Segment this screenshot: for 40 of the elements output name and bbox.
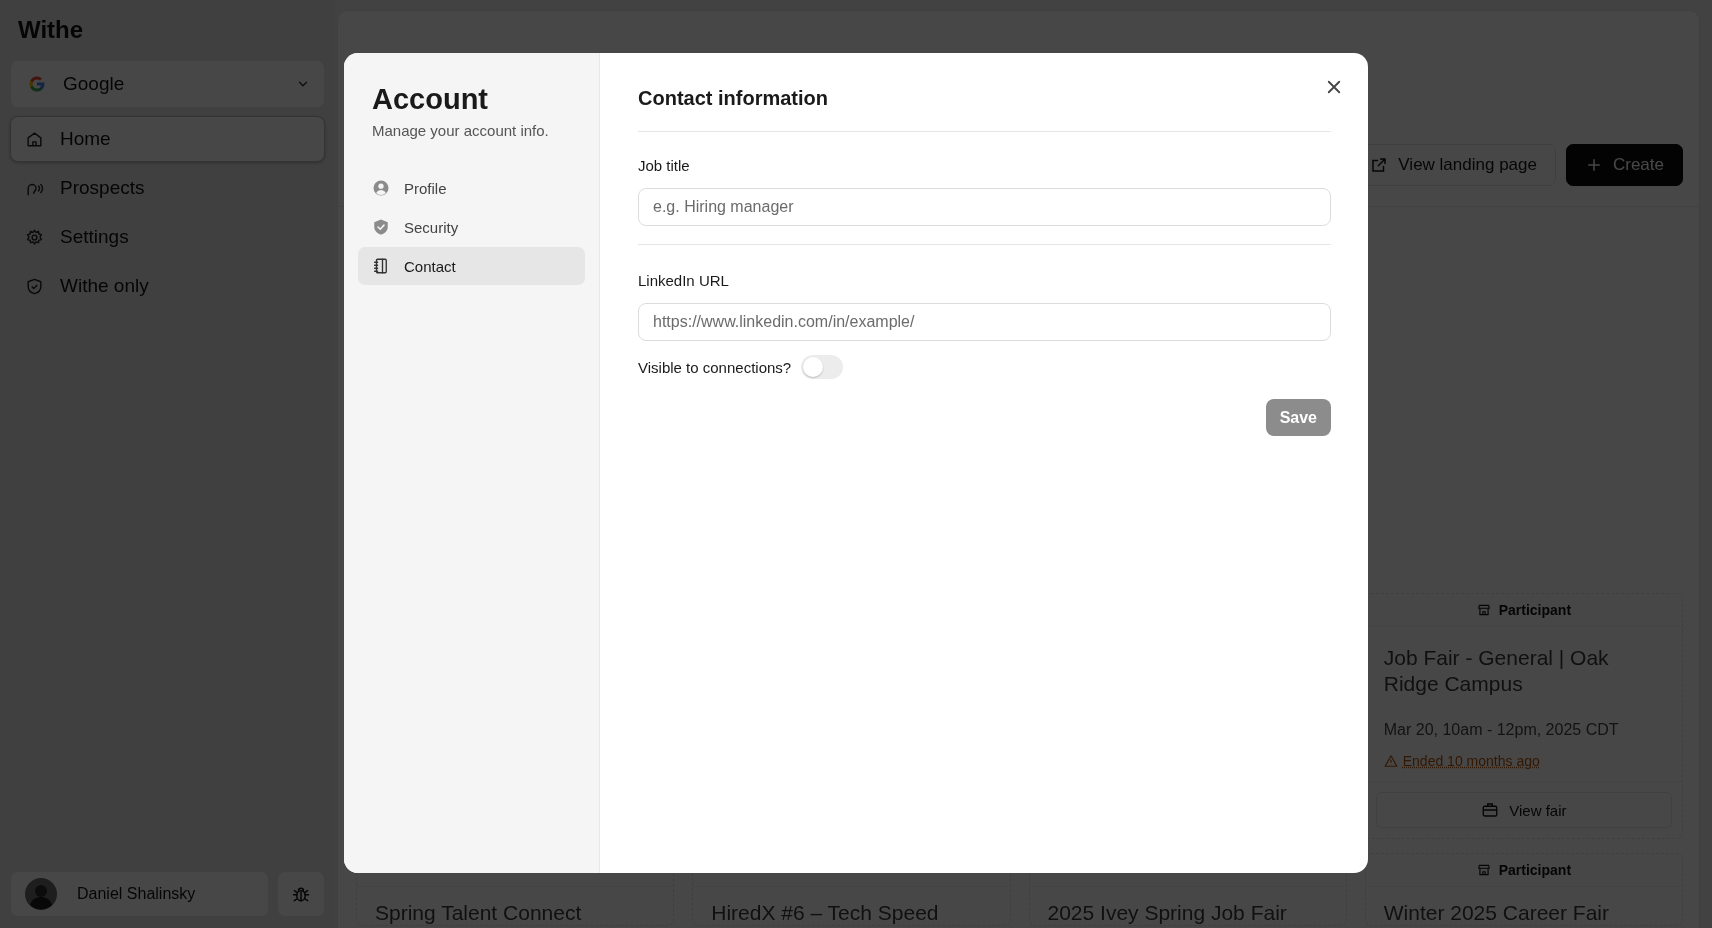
bug-icon [291, 884, 311, 904]
shield-check-icon [372, 218, 390, 236]
section-title: Contact information [638, 87, 1331, 132]
notebook-icon [372, 257, 390, 275]
app-name: Withe [18, 16, 85, 44]
sidebar-item[interactable]: Prospects [10, 165, 325, 211]
view-fair-button[interactable]: View fair [1375, 792, 1672, 828]
sidebar-item[interactable]: Settings [10, 214, 325, 260]
home-icon [25, 129, 44, 149]
dialog-subtitle: Manage your account info. [372, 122, 550, 139]
account-nav-item[interactable]: Security [358, 208, 585, 246]
sidebar-item[interactable]: Withe only [10, 263, 325, 309]
store-icon [1476, 863, 1491, 877]
warning-icon [1383, 754, 1398, 768]
participant-label: Participant [1498, 602, 1572, 618]
organization-selector[interactable]: Google [10, 60, 325, 108]
close-icon [1325, 78, 1343, 96]
external-link-icon [1370, 156, 1389, 174]
field-label: Job title [638, 157, 691, 174]
field-label: LinkedIn URL [638, 272, 730, 289]
event-status-link[interactable]: Ended 10 months ago [1402, 753, 1540, 769]
google-logo-icon [27, 74, 47, 94]
account-nav-item[interactable]: Contact [358, 247, 585, 285]
briefcase-icon [1481, 801, 1500, 819]
bug-report-button[interactable] [277, 871, 325, 917]
dialog-title: Account [372, 83, 489, 116]
settings-icon [25, 227, 44, 247]
visibility-toggle[interactable] [801, 355, 844, 379]
sidebar-item[interactable]: Home [10, 116, 325, 162]
user-circle-icon [372, 179, 390, 197]
input-field[interactable]: https://www.linkedin.com/in/example/ [638, 303, 1331, 341]
account-nav-item[interactable]: Profile [358, 169, 585, 207]
input-field[interactable]: e.g. Hiring manager [638, 188, 1331, 226]
create-button[interactable]: Create [1565, 144, 1683, 186]
user-menu[interactable]: Daniel Shalinsky [10, 871, 269, 917]
toggle-label: Visible to connections? [638, 358, 792, 376]
store-icon [1476, 603, 1491, 617]
participant-label: Participant [1498, 862, 1572, 878]
shield-check-icon [25, 276, 44, 296]
avatar [25, 878, 57, 910]
